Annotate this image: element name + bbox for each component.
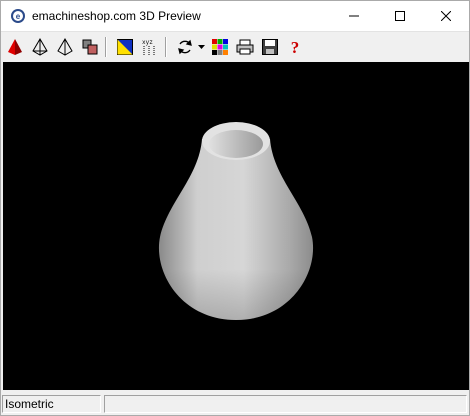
toolbar-separator <box>105 36 107 57</box>
wireframe-hidden-button[interactable] <box>54 36 76 58</box>
wireframe-icon <box>32 37 48 56</box>
wireframe-hidden-icon <box>57 37 73 56</box>
vase-model <box>158 122 314 320</box>
title-bar[interactable]: e emachineshop.com 3D Preview <box>1 1 469 31</box>
wireframe-button[interactable] <box>29 36 51 58</box>
app-icon: e <box>11 9 25 23</box>
status-view-mode: Isometric <box>2 395 101 413</box>
svg-text:xyz: xyz <box>142 39 153 46</box>
minimize-button[interactable] <box>331 1 377 31</box>
xyz-axes-button[interactable]: xyz <box>139 36 161 58</box>
help-button[interactable]: ? <box>284 36 306 58</box>
parts-button[interactable] <box>79 36 101 58</box>
print-icon <box>236 39 254 54</box>
parts-icon <box>82 39 98 54</box>
window-controls <box>331 1 469 31</box>
vase-body-shade <box>158 139 314 320</box>
svg-text:?: ? <box>291 38 300 56</box>
render-solid-button[interactable] <box>4 36 26 58</box>
rotate-dropdown-button[interactable] <box>196 36 206 58</box>
xyz-axes-icon: xyz <box>142 39 155 55</box>
rotate-dropdown-icon <box>197 44 205 49</box>
colors-button[interactable] <box>114 36 136 58</box>
palette-icon <box>212 38 228 55</box>
maximize-button[interactable] <box>377 1 423 31</box>
render-solid-icon <box>8 38 22 55</box>
status-pane-secondary <box>104 395 467 413</box>
close-button[interactable] <box>423 1 469 31</box>
vase-opening <box>209 130 263 158</box>
close-icon <box>441 11 451 21</box>
toolbar-separator <box>165 36 167 57</box>
rotate-button[interactable] <box>174 36 196 58</box>
print-button[interactable] <box>234 36 256 58</box>
rotate-icon <box>178 39 192 54</box>
palette-button[interactable] <box>209 36 231 58</box>
window-title: emachineshop.com 3D Preview <box>32 9 201 23</box>
colors-icon <box>117 38 133 55</box>
status-bar: Isometric <box>1 393 469 415</box>
maximize-icon <box>395 11 405 21</box>
3d-viewport[interactable] <box>3 62 469 390</box>
svg-text:e: e <box>16 12 21 21</box>
save-button[interactable] <box>259 36 281 58</box>
toolbar: xyz ? <box>1 31 469 61</box>
help-icon: ? <box>291 38 300 56</box>
preview-window: e emachineshop.com 3D Preview xyz ? Isom… <box>0 0 470 416</box>
save-icon <box>262 38 278 55</box>
minimize-icon <box>349 15 359 17</box>
